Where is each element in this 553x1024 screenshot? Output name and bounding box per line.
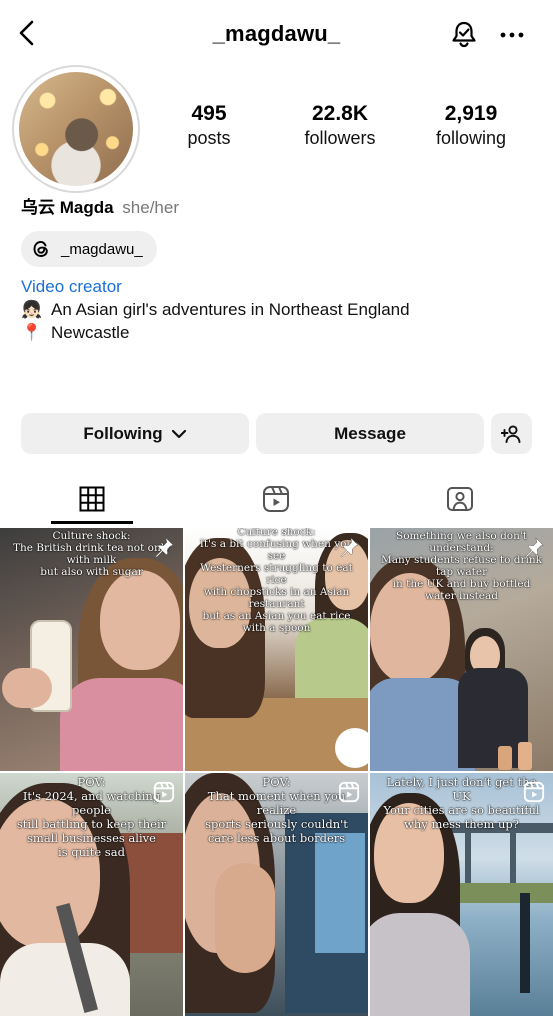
bio-line: 📍 Newcastle [21,322,129,344]
category-label[interactable]: Video creator [21,277,122,297]
following-count: 2,919 [444,102,498,125]
threads-icon [33,241,48,257]
post-caption: Lately, I just don't get the UK Your cit… [383,775,540,831]
profile-tabs [0,474,553,524]
reels-icon [263,486,289,512]
reel-icon [153,781,175,803]
message-button[interactable]: Message [256,413,484,454]
add-person-icon [500,424,520,443]
more-horizontal-icon [500,32,524,38]
pin-icon [525,537,544,558]
stat-posts[interactable]: 495 posts [149,102,269,150]
profile-name-row: 乌云 Magda she/her [21,197,179,219]
bio-location: Newcastle [51,323,130,342]
pronouns: she/her [122,198,179,217]
chevron-left-icon [19,20,34,46]
post-tile[interactable]: POV: It's 2024, and watching people stil… [0,773,183,1016]
pin-emoji-icon: 📍 [21,323,43,342]
post-tile[interactable]: POV: That moment when you realize sports… [185,773,368,1016]
following-label: Following [83,423,163,443]
stat-following[interactable]: 2,919 following [411,102,531,150]
post-tile[interactable]: Lately, I just don't get the UK Your cit… [370,773,553,1016]
tagged-icon [447,487,473,511]
followers-count: 22.8K [311,102,369,125]
active-tab-indicator [51,521,133,524]
chevron-down-icon [171,429,186,438]
notifications-button[interactable] [447,17,481,51]
pin-icon [155,537,174,558]
threads-handle: _magdawu_ [61,240,143,258]
bio-text: An Asian girl's adventures in Northeast … [51,300,410,319]
post-caption: POV: That moment when you realize sports… [205,775,348,845]
post-caption: Something we also don't understand: Many… [381,530,542,602]
top-bar: _magdawu_ [0,0,553,70]
bell-check-icon [452,21,476,48]
pin-icon [340,537,359,558]
grid-icon [79,486,105,512]
reel-icon [523,781,545,803]
more-options-button[interactable] [496,20,528,50]
post-tile[interactable]: Culture shock: It's a bit confusing when… [185,528,368,771]
message-label: Message [334,423,406,443]
reel-icon [338,781,360,803]
threads-link[interactable]: _magdawu_ [21,231,157,267]
suggested-users-button[interactable] [491,413,532,454]
following-label: following [435,128,507,148]
back-button[interactable] [12,18,42,48]
post-caption: Culture shock: It's a bit confusing when… [199,528,354,634]
post-caption: POV: It's 2024, and watching people stil… [16,775,167,859]
posts-label: posts [187,128,231,148]
display-name: 乌云 Magda [21,198,114,217]
bio-line: 👧🏻 An Asian girl's adventures in Northeas… [21,299,410,321]
following-button[interactable]: Following [21,413,249,454]
post-caption: Culture shock: The British drink tea not… [12,530,171,578]
girl-emoji-icon: 👧🏻 [21,300,43,319]
followers-label: followers [304,128,376,148]
post-tile[interactable]: Culture shock: The British drink tea not… [0,528,183,771]
tab-tagged[interactable] [400,474,520,524]
tab-posts-grid[interactable] [32,474,152,524]
posts-count: 495 [191,102,227,125]
post-tile[interactable]: Something we also don't understand: Many… [370,528,553,771]
avatar[interactable] [12,65,140,193]
stat-followers[interactable]: 22.8K followers [280,102,400,150]
profile-photo [19,72,133,186]
tab-reels[interactable] [216,474,336,524]
